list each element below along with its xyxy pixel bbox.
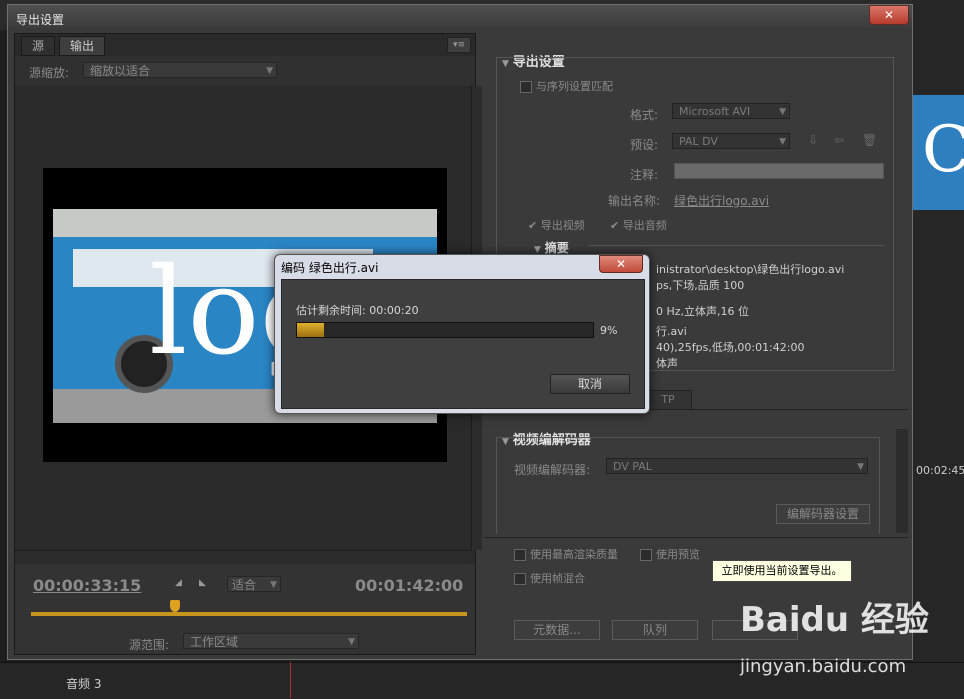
queue-button[interactable]: 队列 [612, 620, 698, 640]
horizontal-scrollbar[interactable] [15, 550, 471, 563]
export-audio-checkbox[interactable]: ✔ 导出音频 [610, 217, 667, 233]
mark-out-icon[interactable]: ◣ [199, 578, 206, 588]
use-previews-label: 使用预览 [656, 548, 700, 561]
frame-sky [53, 209, 437, 237]
options-divider [484, 537, 908, 538]
summary-line: 体声 [656, 357, 678, 370]
codec-settings-button[interactable]: 编解码器设置 [776, 504, 870, 524]
checkbox-box [514, 573, 526, 585]
watermark-url: jingyan.baidu.com [740, 656, 907, 677]
audio-track-label: 音频 3 [66, 677, 102, 691]
chevron-down-icon: ▼ [857, 462, 864, 472]
comment-field[interactable] [674, 163, 884, 179]
preset-value: PAL DV [679, 135, 718, 148]
comment-label: 注释: [630, 168, 659, 182]
fit-value: 适合 [232, 578, 257, 592]
current-timecode[interactable]: 00:00:33:15 [33, 576, 141, 595]
chevron-down-icon: ▼ [779, 137, 786, 147]
panel-menu-icon[interactable]: ▾≡ [447, 37, 471, 53]
chevron-down-icon: ▼ [779, 107, 786, 117]
import-preset-icon[interactable]: ⇦ [834, 133, 844, 147]
codec-select[interactable]: DV PAL ▼ [606, 458, 868, 474]
transport-bar: 00:00:33:15 ◢ ◣ 适合 ▼ 00:01:42:00 源范围: 工作区… [15, 564, 475, 654]
total-duration: 00:01:42:00 [355, 576, 464, 595]
max-render-quality-label: 使用最高渲染质量 [530, 548, 618, 561]
source-range-select[interactable]: 工作区域 ▼ [183, 633, 359, 649]
summary-line: 0 Hz,立体声,16 位 [656, 305, 750, 318]
tab-ftp[interactable]: TP [644, 390, 692, 410]
encoding-close-button[interactable]: ✕ [599, 255, 643, 273]
codec-value: DV PAL [613, 460, 652, 473]
check-icon: ✔ [610, 219, 620, 232]
settings-scrollbar[interactable] [896, 429, 908, 533]
summary-text: inistrator\desktop\绿色出行logo.avi ps,下场,品质… [656, 262, 844, 294]
encoding-dialog: 编码 绿色出行.avi ✕ 估计剩余时间: 00:00:20 9% 取消 [274, 254, 650, 414]
source-scale-select[interactable]: 缩放以适合 ▼ [83, 62, 277, 78]
cancel-button[interactable]: 取消 [550, 374, 630, 394]
delete-preset-icon[interactable]: 🗑 [862, 133, 877, 147]
source-scale-label: 源缩放: [29, 66, 70, 80]
metadata-button[interactable]: 元数据... [514, 620, 600, 640]
max-render-quality-checkbox[interactable]: 使用最高渲染质量 [514, 546, 618, 562]
baidu-jingyan-watermark: Baidu 经验 [740, 600, 929, 640]
format-label: 格式: [630, 108, 659, 122]
time-remaining-text: 估计剩余时间: 00:00:20 [296, 304, 419, 317]
export-tooltip: 立即使用当前设置导出。 [712, 560, 852, 582]
codec-label: 视频编解码器: [514, 463, 591, 477]
dialog-titlebar[interactable]: 导出设置 ✕ [8, 5, 912, 31]
dialog-title: 导出设置 [16, 13, 65, 27]
encoding-progress-bar [296, 322, 594, 338]
use-previews-checkbox[interactable]: 使用预览 [640, 546, 700, 562]
work-area-bar[interactable] [31, 612, 467, 616]
preset-label: 预设: [630, 138, 659, 152]
background-timecode: 00:02:45 [916, 464, 964, 477]
checkbox-box [514, 549, 526, 561]
export-video-checkbox[interactable]: ✔ 导出视频 [528, 217, 585, 233]
source-scale-row: 源缩放: 缩放以适合 ▼ [15, 56, 475, 86]
close-button[interactable]: ✕ [869, 5, 909, 25]
encoding-dialog-body: 估计剩余时间: 00:00:20 9% 取消 [281, 279, 645, 409]
source-range-value: 工作区域 [190, 635, 239, 649]
preset-select[interactable]: PAL DV ▼ [672, 133, 790, 149]
mark-in-icon[interactable]: ◢ [175, 578, 182, 588]
tab-source[interactable]: 源 [21, 36, 56, 56]
tab-output[interactable]: 输出 [59, 36, 106, 56]
format-select[interactable]: Microsoft AVI ▼ [672, 103, 790, 119]
summary-text-2: 行.avi 40),25fps,低场,00:01:42:00 体声 [656, 324, 804, 372]
bus-letter: C [922, 113, 964, 187]
check-icon: ✔ [528, 219, 538, 232]
summary-line: ps,下场,品质 100 [656, 279, 745, 292]
source-range-label: 源范围: [129, 638, 170, 652]
frame-blending-label: 使用帧混合 [530, 572, 585, 585]
checkbox-box [520, 81, 532, 93]
checkbox-box [640, 549, 652, 561]
output-name-label: 输出名称: [608, 194, 661, 208]
export-audio-label: 导出音频 [622, 219, 667, 232]
progress-fill [297, 323, 324, 337]
match-sequence-checkbox[interactable]: 与序列设置匹配 [520, 78, 613, 94]
fit-select[interactable]: 适合 ▼ [227, 576, 281, 592]
output-name-link[interactable]: 绿色出行logo.avi [674, 192, 769, 209]
export-video-label: 导出视频 [540, 219, 585, 232]
summary-title: 摘要 [544, 241, 569, 255]
frame-blending-checkbox[interactable]: 使用帧混合 [514, 570, 585, 586]
summary-line: 40),25fps,低场,00:01:42:00 [656, 341, 805, 354]
format-value: Microsoft AVI [679, 105, 751, 118]
chevron-down-icon: ▼ [270, 580, 277, 590]
chevron-down-icon: ▼ [266, 66, 273, 76]
match-sequence-label: 与序列设置匹配 [536, 80, 613, 93]
summary-divider [588, 245, 884, 246]
summary-line: inistrator\desktop\绿色出行logo.avi [656, 263, 845, 276]
timeline-playhead-line [290, 662, 291, 698]
playhead-handle[interactable] [169, 600, 180, 612]
source-scale-value: 缩放以适合 [90, 64, 151, 78]
encoding-dialog-title: 编码 绿色出行.avi [281, 261, 379, 275]
save-preset-icon[interactable]: ⇩ [808, 133, 818, 147]
summary-line: 行.avi [656, 325, 687, 338]
progress-percent: 9% [600, 324, 618, 337]
chevron-down-icon: ▼ [348, 637, 355, 647]
background-program-monitor: C [908, 95, 964, 210]
